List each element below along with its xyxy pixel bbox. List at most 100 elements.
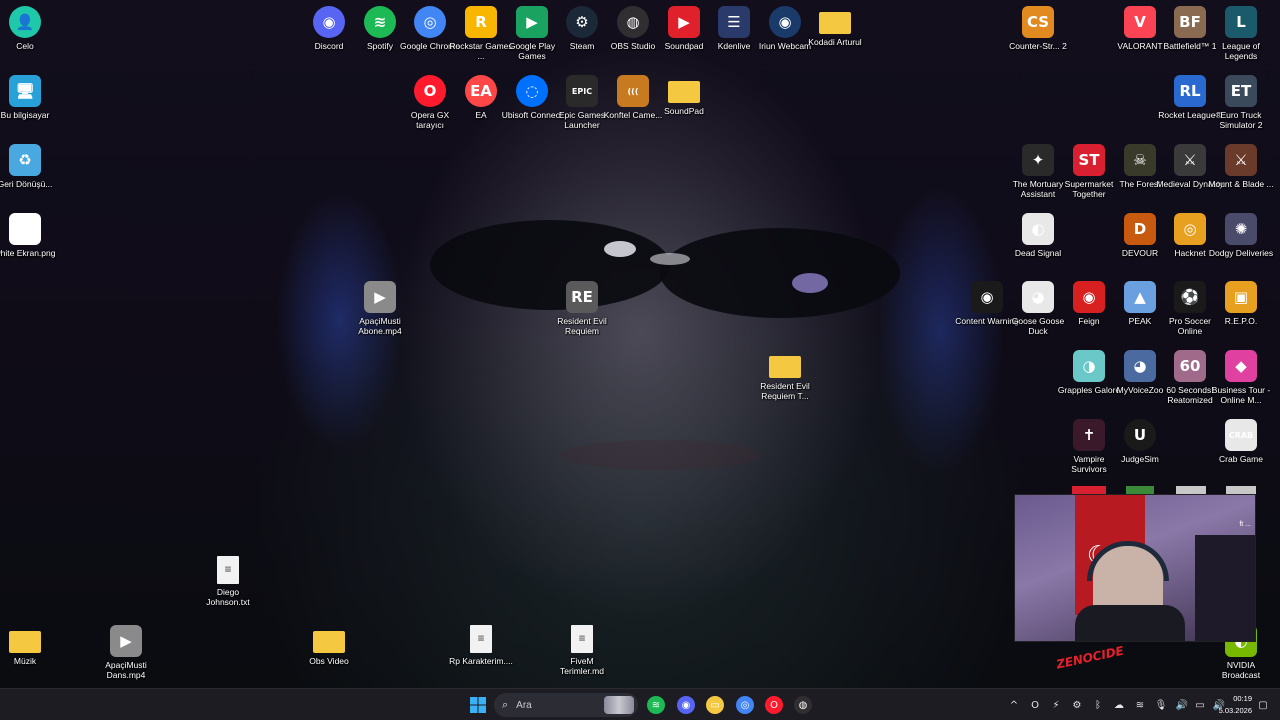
chrome-icon: ◎ [736,696,754,714]
desktop-icon-bu-bilgisayar[interactable]: 🖥 Bu bilgisayar [0,71,61,120]
cloud-icon[interactable]: ☁ [1112,698,1126,712]
obs-icon: ◍ [794,696,812,714]
desktop-icon-diego-johnson[interactable]: ≡ Diego Johnson.txt [192,552,264,607]
desktop-icon-league-of-legends[interactable]: L League of Legends [1205,2,1277,61]
spotify-icon[interactable]: ≋ [1133,698,1147,712]
network-icon[interactable]: ▭ [1193,698,1207,712]
system-clock[interactable]: 00:19 5.03.2026 [1210,693,1252,717]
taskbar-spotify-button[interactable]: ≋ [644,693,668,717]
windows-start-icon[interactable] [466,693,490,717]
desktop-icon-obs-video[interactable]: Obs Video [293,621,365,666]
folder-icon [668,81,700,103]
hacknet-icon: ◎ [1174,213,1206,245]
taskbar-discord-button[interactable]: ◉ [674,693,698,717]
desktop-icon-label: Euro Truck Simulator 2 [1219,110,1263,130]
dodgy-icon: ✺ [1225,213,1257,245]
feign-icon: ◉ [1073,281,1105,313]
discord-icon: ◉ [313,6,345,38]
desktop-icon-fivem-terimler[interactable]: ≡ FiveM Terimler.md [546,621,618,676]
desktop-icon-kodadi-arturul[interactable]: Kodadi Arturul [799,2,871,47]
folder-icon [819,12,851,34]
microphone-icon[interactable]: 🎙 [1154,698,1168,712]
epic-games-icon: EPIC [566,75,598,107]
desktop-icon-white-ekran[interactable]: white Ekran.png [0,209,61,258]
unreal-icon: U [1124,419,1156,451]
kdenlive-icon: ☰ [718,6,750,38]
folder-icon [313,631,345,653]
bluetooth-icon[interactable]: ᛒ [1091,698,1105,712]
desktop-icon-label: Kodadi Arturul [808,37,862,47]
medieval-dynasty-icon: ⚔ [1174,144,1206,176]
desktop-icon-muzik[interactable]: Müzik [0,621,61,666]
desktop-icon-dodgy-deliveries[interactable]: ✺ Dodgy Deliveries [1205,209,1277,258]
pro-soccer-icon: ⚽ [1174,281,1206,313]
taskbar-obs-button[interactable]: ◍ [791,693,815,717]
desktop-icon-soundpad-folder[interactable]: SoundPad [648,71,720,116]
content-warning-icon: ◉ [971,281,1003,313]
taskbar: ⌕ Ara ≋ ◉ ▭ ◎ O ◍ ^ O ⚡ ⚙ ᛒ ☁ ≋ 🎙 🔊 ▭ 🔊 00:19 5.03.2026… [0,688,1280,720]
rocket-league-icon: RL [1174,75,1206,107]
opera-gx-icon[interactable]: O [1028,698,1042,712]
60-seconds-icon: 60 [1174,350,1206,382]
text-file-icon: ≡ [217,556,239,584]
chevron-up-icon[interactable]: ^ [1007,698,1021,712]
desktop-icon-label: Mount & Blade ... [1208,179,1274,189]
desktop-icon-label: Bu bilgisayar [0,110,50,120]
desktop-icon-label: Counter-Str... 2 [1009,41,1067,51]
recycle-bin-icon: ♻ [9,144,41,176]
search-highlight-thumbnail [604,696,634,714]
supermarket-icon: ST [1073,144,1105,176]
user-icon: 👤 [9,6,41,38]
folder-icon [769,356,801,378]
desktop-icon-mount-blade[interactable]: ⚔ Mount & Blade ... [1205,140,1277,189]
ubisoft-icon: ◌ [516,75,548,107]
webcam-overlay: ☾★ ft ... [1014,494,1256,642]
desktop-icon-crab-game[interactable]: CRAB Crab Game [1205,415,1277,464]
resident-evil-icon: RE [566,281,598,313]
goose-icon: ◕ [1022,281,1054,313]
desktop-icon-apacimusti-abone[interactable]: ▶ ApaçiMusti Abone.mp4 [344,277,416,336]
desktop-icon-label: SoundPad [664,106,704,116]
ea-icon: EA [465,75,497,107]
soundpad-icon: ▶ [668,6,700,38]
wallpaper-glasses [430,220,900,318]
search-input[interactable]: ⌕ Ara [494,693,638,717]
desktop-icon-resident-evil-requiem-t[interactable]: Resident Evil Requiem T... [749,346,821,401]
valorant-icon: V [1124,6,1156,38]
desktop-icon-geri-donusum[interactable]: ♻ Geri Dönüşü... [0,140,61,189]
spotify-icon: ≋ [364,6,396,38]
desktop-icon-business-tour[interactable]: ◆ Business Tour - Online M... [1205,346,1277,405]
clock-time: 00:19 [1233,694,1252,703]
desktop-icon-apacimusti-dans[interactable]: ▶ ApaçiMusti Dans.mp4 [90,621,162,680]
taskbar-chrome-button[interactable]: ◎ [733,693,757,717]
spotify-icon: ≋ [647,696,665,714]
desktop-icon-label: JudgeSim [1121,454,1159,464]
partial-icon-grey-2 [1226,486,1256,494]
desktop-icon-label: white Ekran.png [0,248,56,258]
taskbar-opera-gx-button[interactable]: O [762,693,786,717]
desktop-icon-label: Resident Evil Requiem T... [760,381,810,401]
desktop-icon-dead-signal[interactable]: ◐ Dead Signal [1002,209,1074,258]
desktop-icon-repo[interactable]: ▣ R.E.P.O. [1205,277,1277,326]
webcam-caption: ft ... [1239,521,1251,528]
desktop-icon-celo[interactable]: 👤 Celo [0,2,61,51]
desktop-icon-euro-truck[interactable]: ET Euro Truck Simulator 2 [1205,71,1277,130]
speaker-icon[interactable]: 🔊 [1175,698,1189,712]
webcam-shirt [1075,605,1185,641]
taskbar-file-explorer-button[interactable]: ▭ [703,693,727,717]
desktop-icon-resident-evil-requiem[interactable]: RE Resident Evil Requiem [546,277,618,336]
forest-icon: ☠ [1124,144,1156,176]
desktop-icon-judgesim[interactable]: U JudgeSim [1104,415,1176,464]
opera-gx-icon: O [765,696,783,714]
euro-truck-icon: ET [1225,75,1257,107]
obs-icon: ◍ [617,6,649,38]
opera-gx-icon: O [414,75,446,107]
steam-icon[interactable]: ⚙ [1070,698,1084,712]
desktop-icon-rp-karakterim[interactable]: ≡ Rp Karakterim.... [445,621,517,666]
desktop-icon-label: ApaçiMusti Abone.mp4 [358,316,402,336]
notification-icon[interactable]: ▢ [1256,698,1270,712]
desktop-icon-label: Resident Evil Requiem [557,316,607,336]
desktop-icon-counter-strike[interactable]: CS Counter-Str... 2 [1002,2,1074,51]
rockstar-icon: R [465,6,497,38]
usb-icon[interactable]: ⚡ [1049,698,1063,712]
